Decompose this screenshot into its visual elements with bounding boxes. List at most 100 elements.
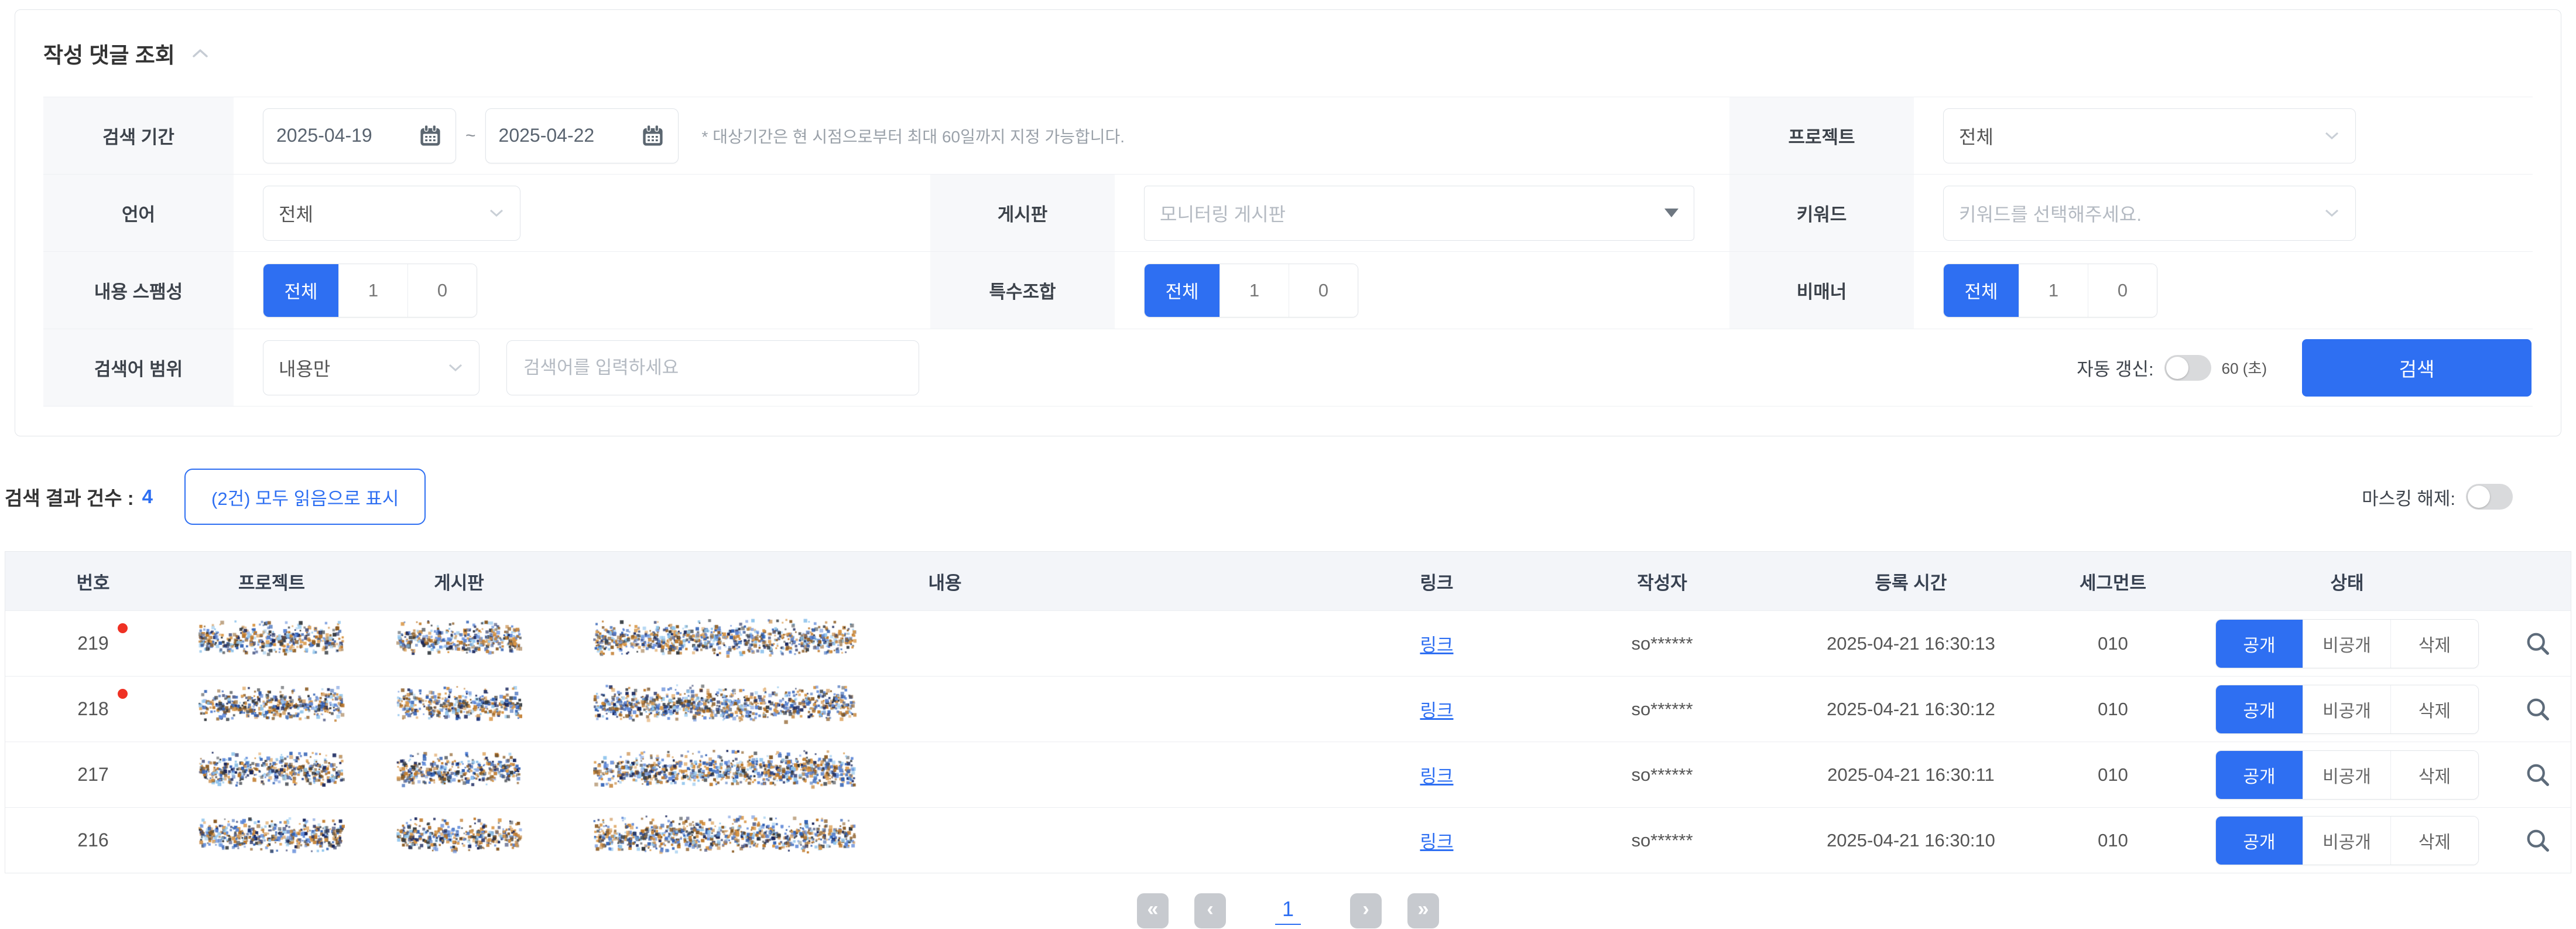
pagination: « ‹ 1 › »: [0, 893, 2576, 928]
link[interactable]: 링크: [1420, 696, 1453, 722]
results-bar: 검색 결과 건수 : 4 (2건) 모두 읽음으로 표시 마스킹 해제:: [5, 468, 2571, 525]
manner-option-all[interactable]: 전체: [1944, 264, 2019, 317]
label-language: 언어: [43, 175, 234, 251]
last-page-button[interactable]: »: [1407, 893, 1439, 928]
collapse-panel-icon[interactable]: [191, 48, 209, 59]
status-public-button[interactable]: 공개: [2216, 751, 2303, 799]
view-detail-icon[interactable]: [2524, 630, 2551, 657]
language-select-value: 전체: [279, 200, 313, 227]
label-search-period: 검색 기간: [43, 97, 234, 174]
segment: 010: [2037, 677, 2189, 742]
chevron-down-icon: [2324, 131, 2340, 141]
status-delete-button[interactable]: 삭제: [2390, 620, 2478, 668]
date-from-input[interactable]: 2025-04-19: [263, 108, 456, 163]
table-row: 219 링크 so****** 2025-04-21 16:30:13 010 …: [5, 610, 2571, 676]
link[interactable]: 링크: [1420, 827, 1453, 853]
table-row: 218 링크 so****** 2025-04-21 16:30:12 010 …: [5, 676, 2571, 742]
row-number: 216: [77, 829, 108, 851]
view-detail-icon[interactable]: [2524, 827, 2551, 854]
status-delete-button[interactable]: 삭제: [2390, 685, 2478, 733]
board-select[interactable]: 모니터링 게시판: [1144, 186, 1694, 241]
status-delete-button[interactable]: 삭제: [2390, 751, 2478, 799]
masked-content-text: [593, 815, 857, 866]
project-select[interactable]: 전체: [1943, 108, 2356, 163]
search-button[interactable]: 검색: [2302, 339, 2532, 397]
date-to-value: 2025-04-22: [499, 125, 595, 146]
prev-page-button[interactable]: ‹: [1194, 893, 1226, 928]
spam-option-0[interactable]: 0: [407, 264, 477, 317]
author: so******: [1539, 677, 1785, 742]
results-table: 번호 프로젝트 게시판 내용 링크 작성자 등록 시간 세그먼트 상태 219 …: [5, 551, 2571, 873]
status-private-button[interactable]: 비공개: [2303, 620, 2390, 668]
link[interactable]: 링크: [1420, 761, 1453, 788]
label-manner: 비매너: [1729, 252, 1914, 329]
date-to-input[interactable]: 2025-04-22: [485, 108, 679, 163]
search-panel: 작성 댓글 조회 검색 기간 2025-04-19: [15, 9, 2561, 436]
date-range-separator: ~: [465, 126, 476, 146]
status-group: 공개 비공개 삭제: [2215, 619, 2479, 668]
language-select[interactable]: 전체: [263, 186, 520, 241]
keyword-select[interactable]: 키워드를 선택해주세요.: [1943, 186, 2356, 241]
first-page-button[interactable]: «: [1137, 893, 1169, 928]
registered-time: 2025-04-21 16:30:12: [1785, 677, 2037, 742]
status-public-button[interactable]: 공개: [2216, 620, 2303, 668]
registered-time: 2025-04-21 16:30:10: [1785, 808, 2037, 873]
spam-option-1[interactable]: 1: [338, 264, 407, 317]
masked-board-text: [396, 620, 522, 667]
board-select-placeholder: 모니터링 게시판: [1160, 200, 1286, 227]
label-board: 게시판: [930, 175, 1115, 251]
scope-select[interactable]: 내용만: [263, 340, 479, 395]
keyword-select-placeholder: 키워드를 선택해주세요.: [1959, 200, 2142, 227]
view-detail-icon[interactable]: [2524, 696, 2551, 723]
scope-select-value: 내용만: [279, 354, 330, 381]
search-term-input[interactable]: [506, 340, 919, 395]
status-public-button[interactable]: 공개: [2216, 817, 2303, 865]
masked-board-text: [396, 752, 522, 798]
spam-option-all[interactable]: 전체: [263, 264, 338, 317]
current-page[interactable]: 1: [1275, 897, 1301, 925]
masking-toggle[interactable]: [2466, 484, 2513, 510]
status-delete-button[interactable]: 삭제: [2390, 817, 2478, 865]
next-page-button[interactable]: ›: [1350, 893, 1382, 928]
form-row-period: 검색 기간 2025-04-19 ~ 2025-04-22: [43, 97, 2533, 175]
view-detail-icon[interactable]: [2524, 761, 2551, 788]
panel-header: 작성 댓글 조회: [43, 10, 2533, 97]
author: so******: [1539, 742, 1785, 807]
status-private-button[interactable]: 비공개: [2303, 817, 2390, 865]
table-row: 217 링크 so****** 2025-04-21 16:30:11 010 …: [5, 742, 2571, 807]
special-option-1[interactable]: 1: [1220, 264, 1289, 317]
masked-content-text: [593, 619, 857, 669]
unread-dot: [118, 623, 128, 633]
row-number: 219: [77, 633, 108, 654]
status-group: 공개 비공개 삭제: [2215, 750, 2479, 800]
manner-option-1[interactable]: 1: [2019, 264, 2088, 317]
status-private-button[interactable]: 비공개: [2303, 751, 2390, 799]
masked-project-text: [198, 620, 345, 667]
period-note: * 대상기간은 현 시점으로부터 최대 60일까지 지정 가능합니다.: [702, 124, 1125, 148]
status-public-button[interactable]: 공개: [2216, 685, 2303, 733]
calendar-icon: [418, 124, 443, 148]
special-option-0[interactable]: 0: [1289, 264, 1358, 317]
masked-board-text: [396, 686, 522, 733]
form-row-filters-1: 언어 전체 게시판 모니터링 게시판 키워드 키워드를 선택해주세요.: [43, 175, 2533, 252]
status-private-button[interactable]: 비공개: [2303, 685, 2390, 733]
registered-time: 2025-04-21 16:30:11: [1785, 742, 2037, 807]
form-row-scope: 검색어 범위 내용만 자동 갱신: 60 (초) 검색: [43, 329, 2533, 407]
masked-project-text: [198, 752, 345, 798]
triangle-down-icon: [1664, 209, 1678, 217]
segment: 010: [2037, 808, 2189, 873]
special-option-all[interactable]: 전체: [1145, 264, 1220, 317]
mark-all-read-button[interactable]: (2건) 모두 읽음으로 표시: [184, 469, 426, 525]
header-board: 게시판: [362, 552, 556, 610]
auto-refresh-toggle[interactable]: [2164, 355, 2211, 381]
author: so******: [1539, 808, 1785, 873]
link[interactable]: 링크: [1420, 630, 1453, 657]
segment: 010: [2037, 611, 2189, 676]
chevron-down-icon: [2324, 208, 2340, 218]
label-scope: 검색어 범위: [43, 329, 234, 406]
label-special: 특수조합: [930, 252, 1115, 329]
manner-option-0[interactable]: 0: [2088, 264, 2157, 317]
search-form: 검색 기간 2025-04-19 ~ 2025-04-22: [43, 97, 2533, 407]
results-count-label: 검색 결과 건수 :: [5, 483, 134, 511]
project-select-value: 전체: [1959, 122, 1993, 149]
